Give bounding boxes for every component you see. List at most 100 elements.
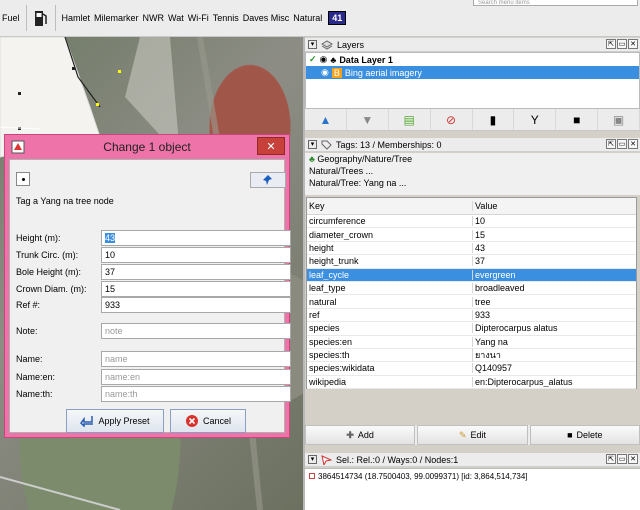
toolbar-fuel[interactable]: Fuel [0, 13, 22, 23]
table-row[interactable]: leaf_type broadleaved [307, 282, 636, 296]
tag-value-cell[interactable]: broadleaved [472, 283, 636, 294]
layer-row-selected[interactable]: ◉ B Bing aerial imagery [306, 66, 639, 79]
collapse-icon[interactable]: ▾ [308, 455, 317, 464]
active-check-icon[interactable]: ✓ [309, 54, 317, 65]
tag-value-cell[interactable]: 15 [472, 229, 636, 240]
column-value[interactable]: Value [472, 201, 636, 211]
menu-search-input[interactable]: Search menu items [473, 0, 638, 6]
close-icon[interactable]: ✕ [257, 137, 285, 155]
tag-value-cell[interactable]: evergreen [472, 269, 636, 280]
table-row[interactable]: height 43 [307, 242, 636, 256]
tag-key-cell[interactable]: species [307, 323, 472, 333]
apply-preset-button[interactable]: Apply Preset [66, 409, 164, 433]
crown-diam-input[interactable]: 15 [101, 281, 291, 297]
tag-key-cell[interactable]: wikipedia [307, 377, 472, 387]
toolbar-daves-misc[interactable]: Daves Misc [241, 13, 292, 23]
toolbar-tennis[interactable]: Tennis [211, 13, 241, 23]
name-th-input[interactable]: name:th [101, 386, 291, 402]
badge-41-icon[interactable]: 41 [328, 11, 347, 25]
delete-layer-icon[interactable]: ■ [556, 109, 599, 130]
table-row[interactable]: height_trunk 37 [307, 255, 636, 269]
table-row[interactable]: species Dipterocarpus alatus [307, 322, 636, 336]
selection-panel-header[interactable]: ▾ Sel.: Rel.:0 / Ways:0 / Nodes:1 ⇱ ▭ ✕ [305, 453, 640, 467]
move-up-icon[interactable]: ▲ [305, 109, 347, 130]
close-icon[interactable]: ✕ [628, 139, 638, 149]
tag-key-cell[interactable]: height_trunk [307, 256, 472, 266]
table-row[interactable]: natural tree [307, 295, 636, 309]
tag-key-cell[interactable]: species:wikidata [307, 363, 472, 373]
minimize-icon[interactable]: ▭ [617, 139, 627, 149]
tag-value-cell[interactable]: 37 [472, 256, 636, 267]
preset-link[interactable]: ♣ Geography/Nature/Tree [309, 153, 640, 165]
table-row[interactable]: ref 933 [307, 309, 636, 323]
delete-tag-button[interactable]: ■ Delete [529, 425, 640, 445]
tag-value-cell[interactable]: 43 [472, 242, 636, 253]
detach-icon[interactable]: ⇱ [606, 39, 616, 49]
tag-key-cell[interactable]: species:th [307, 350, 472, 360]
toolbar-hamlet[interactable]: Hamlet [60, 13, 93, 23]
table-row[interactable]: leaf_cycle evergreen [307, 268, 636, 282]
toggle-visibility-icon[interactable]: ⊘ [431, 109, 473, 130]
toolbar-milemarker[interactable]: Milemarker [92, 13, 141, 23]
collapse-icon[interactable]: ▾ [308, 40, 317, 49]
name-en-input[interactable]: name:en [101, 369, 291, 385]
tag-key-cell[interactable]: diameter_crown [307, 230, 472, 240]
tag-key-cell[interactable]: leaf_cycle [307, 270, 472, 280]
trunk-circ-input[interactable]: 10 [101, 247, 291, 263]
table-row[interactable]: species:en Yang na [307, 336, 636, 349]
height-input[interactable]: 43 [101, 230, 291, 246]
tag-key-cell[interactable]: height [307, 243, 472, 253]
list-item[interactable]: 3864514734 (18.7500403, 99.0099371) [id:… [309, 472, 636, 481]
layers-panel-header[interactable]: ▾ Layers ⇱ ▭ ✕ [305, 38, 640, 52]
close-icon[interactable]: ✕ [628, 39, 638, 49]
toolbar-natural[interactable]: Natural [291, 13, 324, 23]
toolbar-nwr[interactable]: NWR [141, 13, 167, 23]
name-input[interactable]: name [101, 351, 291, 367]
bole-height-input[interactable]: 37 [101, 264, 291, 280]
tag-value-cell[interactable]: en:Dipterocarpus_alatus [472, 376, 636, 387]
visible-eye-icon[interactable]: ◉ [320, 54, 328, 65]
tag-key-cell[interactable]: natural [307, 297, 472, 307]
add-tag-button[interactable]: ✚ Add [305, 425, 416, 445]
tag-value-cell[interactable]: tree [472, 296, 636, 307]
tag-value-cell[interactable]: Dipterocarpus alatus [472, 323, 636, 334]
tag-value-cell[interactable]: ยางนา [472, 348, 636, 363]
table-row[interactable]: wikipedia en:Dipterocarpus_alatus [307, 376, 636, 390]
minimize-icon[interactable]: ▭ [617, 39, 627, 49]
tag-value-cell[interactable]: Yang na [472, 336, 636, 347]
cancel-button[interactable]: Cancel [170, 409, 246, 433]
preset-link[interactable]: Natural/Tree: Yang na ... [309, 177, 640, 189]
tag-value-cell[interactable]: 933 [472, 309, 636, 320]
tag-value-cell[interactable]: 10 [472, 216, 636, 227]
filter-icon[interactable]: Y [514, 109, 557, 130]
tag-value-cell[interactable]: Q140957 [472, 363, 636, 374]
tag-key-cell[interactable]: ref [307, 310, 472, 320]
opacity-icon[interactable]: ▮ [473, 109, 515, 130]
layer-info-icon[interactable]: ▣ [598, 109, 640, 130]
toolbar-wat[interactable]: Wat [166, 13, 186, 23]
dialog-titlebar[interactable]: Change 1 object ✕ [5, 135, 289, 159]
column-key[interactable]: Key [307, 201, 472, 211]
tag-key-cell[interactable]: species:en [307, 337, 472, 347]
edit-tag-button[interactable]: ✎ Edit [417, 425, 528, 445]
detach-icon[interactable]: ⇱ [606, 139, 616, 149]
minimize-icon[interactable]: ▭ [617, 454, 627, 464]
visible-eye-icon[interactable]: ◉ [321, 67, 329, 78]
merge-layers-icon[interactable]: ▤ [389, 109, 431, 130]
preset-link[interactable]: Natural/Trees ... [309, 165, 640, 177]
table-row[interactable]: species:wikidata Q140957 [307, 362, 636, 376]
collapse-icon[interactable]: ▾ [308, 140, 317, 149]
tag-key-cell[interactable]: circumference [307, 216, 472, 226]
note-input[interactable]: note [101, 323, 291, 339]
table-row[interactable]: circumference 10 [307, 215, 636, 229]
ref-input[interactable]: 933 [101, 297, 291, 313]
move-down-icon[interactable]: ▼ [347, 109, 389, 130]
detach-icon[interactable]: ⇱ [606, 454, 616, 464]
tag-key-cell[interactable]: leaf_type [307, 283, 472, 293]
fuel-pump-icon[interactable] [31, 8, 51, 28]
close-icon[interactable]: ✕ [628, 454, 638, 464]
tags-panel-header[interactable]: ▾ Tags: 13 / Memberships: 0 ⇱ ▭ ✕ [305, 138, 640, 152]
pin-toolbar-button[interactable] [250, 172, 286, 188]
layer-row[interactable]: ✓ ◉ ♣ Data Layer 1 [306, 53, 639, 66]
table-row[interactable]: diameter_crown 15 [307, 228, 636, 242]
